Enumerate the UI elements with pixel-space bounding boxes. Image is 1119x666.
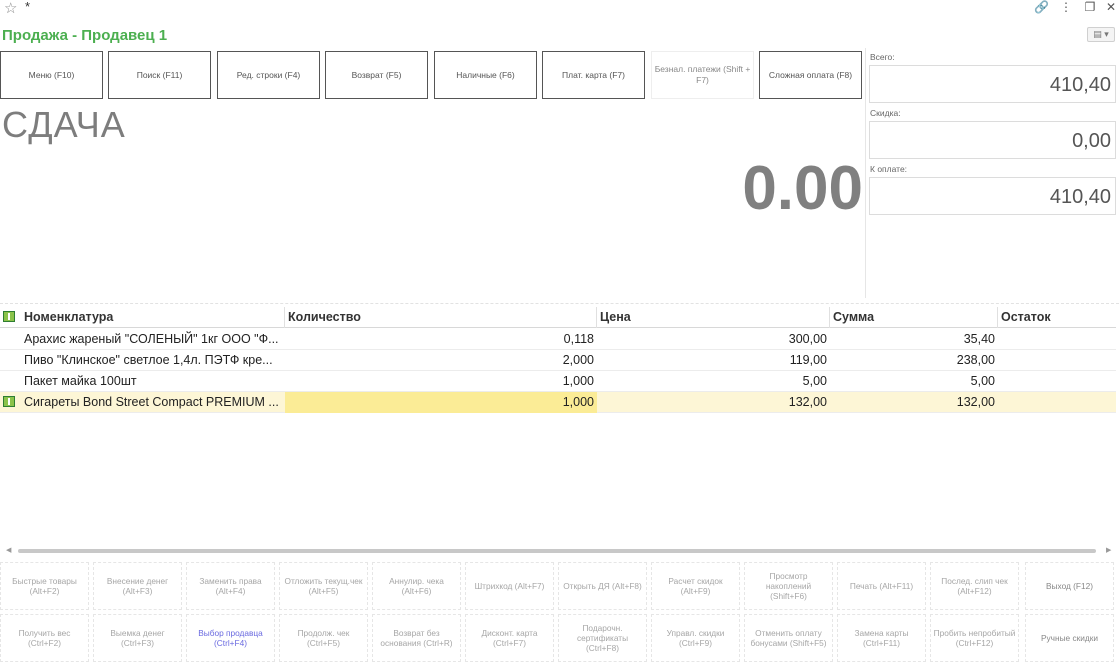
cell-rest (998, 392, 1116, 413)
restore-icon[interactable]: ❐ (1083, 0, 1097, 14)
cell-sum: 238,00 (956, 353, 995, 367)
change-rights-button[interactable]: Заменить права (Alt+F4) (186, 562, 275, 610)
return-button[interactable]: Возврат (F5) (325, 51, 428, 99)
column-header-rest[interactable]: Остаток (998, 307, 1116, 328)
table-row[interactable]: Пиво "Клинское" светлое 1,4л. ПЭТФ кре..… (0, 350, 1116, 371)
cell-name: Пиво "Клинское" светлое 1,4л. ПЭТФ кре..… (24, 353, 273, 367)
table-row[interactable]: Пакет майка 100шт 1,000 5,00 5,00 (0, 371, 1116, 392)
manual-discounts-button[interactable]: Ручные скидки (1025, 614, 1114, 662)
cell-sum: 132,00 (956, 395, 995, 409)
select-seller-button[interactable]: Выбор продавца (Ctrl+F4) (186, 614, 275, 662)
scroll-left-icon[interactable]: ◀ (6, 546, 11, 554)
calc-discounts-button[interactable]: Расчет скидок (Alt+F9) (651, 562, 740, 610)
cell-quantity: 1,000 (285, 392, 597, 413)
modified-marker: * (25, 0, 31, 14)
more-icon[interactable]: ⋮ (1059, 0, 1073, 14)
to-pay-label: К оплате: (870, 164, 908, 174)
cell-price: 132,00 (788, 395, 827, 409)
star-icon[interactable]: ☆ (4, 0, 17, 17)
discount-field: 0,00 (869, 121, 1116, 159)
card-payment-button[interactable]: Плат. карта (F7) (542, 51, 645, 99)
cell-name: Пакет майка 100шт (24, 374, 137, 388)
cell-sum: 5,00 (970, 374, 995, 388)
link-icon[interactable]: 🔗 (1034, 0, 1049, 14)
to-pay-field: 410,40 (869, 177, 1116, 215)
punch-unpunched-button[interactable]: Пробить непробитый (Ctrl+F12) (930, 614, 1019, 662)
discount-card-button[interactable]: Дисконт. карта (Ctrl+F7) (465, 614, 554, 662)
cash-withdrawal-button[interactable]: Выемка денег (Ctrl+F3) (93, 614, 182, 662)
cell-name: Арахис жареный "СОЛЕНЫЙ" 1кг ООО "Ф... (24, 332, 279, 346)
cell-price: 5,00 (802, 374, 827, 388)
column-header-quantity[interactable]: Количество (285, 307, 597, 328)
window-top-strip: ☆ * 🔗 ⋮ ❐ ✕ (0, 0, 1119, 18)
table-settings-icon[interactable] (3, 311, 15, 322)
change-value: 0.00 (742, 154, 863, 223)
managed-discounts-button[interactable]: Управл. скидки (Ctrl+F9) (651, 614, 740, 662)
cell-sum: 35,40 (963, 332, 995, 346)
column-header-name[interactable]: Номенклатура (21, 307, 285, 328)
scrollbar-thumb[interactable] (18, 549, 1096, 553)
table-header: Номенклатура Количество Цена Сумма Остат… (0, 307, 1116, 328)
panel-divider (865, 48, 866, 298)
cell-rest (998, 329, 1116, 350)
form-options-button[interactable]: ▤ ▾ (1087, 27, 1115, 42)
page-title: Продажа - Продавец 1 (2, 27, 168, 44)
gift-certificates-button[interactable]: Подарочн. сертификаты (Ctrl+F8) (558, 614, 647, 662)
column-header-sum[interactable]: Сумма (830, 307, 998, 328)
cancel-check-button[interactable]: Аннулир. чека (Alt+F6) (372, 562, 461, 610)
total-label: Всего: (870, 52, 895, 62)
edit-row-button[interactable]: Ред. строки (F4) (217, 51, 320, 99)
close-icon[interactable]: ✕ (1104, 0, 1118, 14)
cell-quantity: 0,118 (563, 332, 594, 346)
menu-button[interactable]: Меню (F10) (0, 51, 103, 99)
view-savings-button[interactable]: Просмотр накоплений (Shift+F6) (744, 562, 833, 610)
cell-rest (998, 350, 1116, 371)
scroll-right-icon[interactable]: ▶ (1106, 546, 1111, 554)
last-slip-button[interactable]: Послед. слип чек (Alt+F12) (930, 562, 1019, 610)
change-label: СДАЧА (2, 104, 126, 145)
horizontal-scrollbar[interactable]: ◀ ▶ (0, 546, 1119, 556)
cell-price: 300,00 (788, 332, 827, 346)
cash-deposit-button[interactable]: Внесение денег (Alt+F3) (93, 562, 182, 610)
get-weight-button[interactable]: Получить вес (Ctrl+F2) (0, 614, 89, 662)
current-row-icon (3, 396, 15, 407)
cashless-payments-button[interactable]: Безнал. платежи (Shift + F7) (651, 51, 754, 99)
cell-quantity: 1,000 (562, 374, 594, 388)
items-table: Номенклатура Количество Цена Сумма Остат… (0, 303, 1119, 551)
cell-rest (998, 371, 1116, 392)
complex-payment-button[interactable]: Сложная оплата (F8) (759, 51, 862, 99)
cancel-bonus-payment-button[interactable]: Отменить оплату бонусами (Shift+F5) (744, 614, 833, 662)
cell-name: Сигареты Bond Street Compact PREMIUM ... (24, 395, 279, 409)
table-row[interactable]: Арахис жареный "СОЛЕНЫЙ" 1кг ООО "Ф... 0… (0, 329, 1116, 350)
exit-button[interactable]: Выход (F12) (1025, 562, 1114, 610)
print-button[interactable]: Печать (Alt+F11) (837, 562, 926, 610)
cell-quantity: 2,000 (562, 353, 594, 367)
cell-price: 119,00 (789, 353, 827, 367)
table-row-selected[interactable]: Сигареты Bond Street Compact PREMIUM ...… (0, 392, 1116, 413)
cash-button[interactable]: Наличные (F6) (434, 51, 537, 99)
replace-card-button[interactable]: Замена карты (Ctrl+F11) (837, 614, 926, 662)
barcode-button[interactable]: Штрихкод (Alt+F7) (465, 562, 554, 610)
column-header-price[interactable]: Цена (597, 307, 830, 328)
total-field: 410,40 (869, 65, 1116, 103)
search-button[interactable]: Поиск (F11) (108, 51, 211, 99)
continue-check-button[interactable]: Продолж. чек (Ctrl+F5) (279, 614, 368, 662)
open-cash-drawer-button[interactable]: Открыть ДЯ (Alt+F8) (558, 562, 647, 610)
discount-label: Скидка: (870, 108, 901, 118)
postpone-check-button[interactable]: Отложить текущ.чек (Alt+F5) (279, 562, 368, 610)
return-without-basis-button[interactable]: Возврат без основания (Ctrl+R) (372, 614, 461, 662)
quick-goods-button[interactable]: Быстрые товары (Alt+F2) (0, 562, 89, 610)
